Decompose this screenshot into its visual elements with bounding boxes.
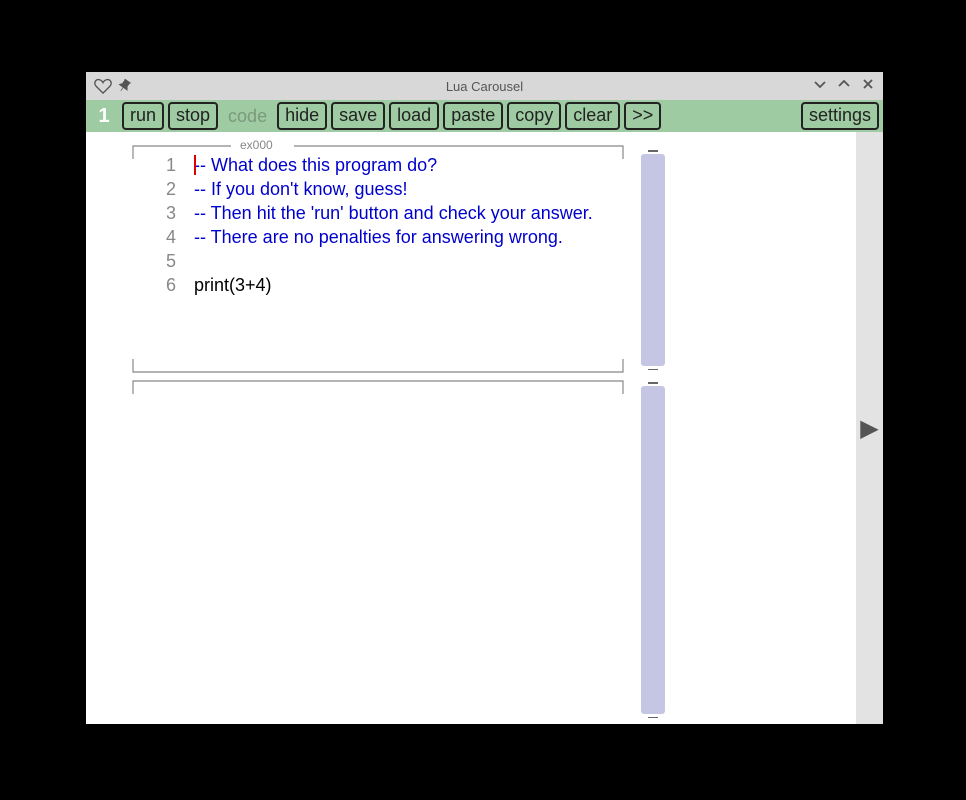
code-line: 6 print(3+4) (140, 273, 616, 297)
titlebar-right (813, 77, 875, 96)
output-scrollbar[interactable] (641, 382, 665, 718)
code-line: 5 (140, 249, 616, 273)
next-button[interactable]: >> (624, 102, 661, 130)
titlebar-left (94, 78, 132, 94)
app-window: Lua Carousel 1 run stop code hide save l… (86, 72, 883, 724)
code-line: 2 -- If you don't know, guess! (140, 177, 616, 201)
code-line: 1 -- What does this program do? (140, 153, 616, 177)
right-nav-sidebar[interactable]: ▶ (856, 132, 883, 724)
code-text: -- Then hit the 'run' button and check y… (194, 201, 616, 225)
scroll-thumb[interactable] (641, 386, 665, 714)
line-number: 5 (140, 249, 194, 273)
line-number: 2 (140, 177, 194, 201)
editor-scrollbar[interactable] (641, 150, 665, 370)
save-button[interactable]: save (331, 102, 385, 130)
window-title: Lua Carousel (86, 79, 883, 94)
code-text: -- What does this program do? (194, 153, 616, 177)
pin-icon[interactable] (118, 79, 132, 93)
code-line: 4 -- There are no penalties for answerin… (140, 225, 616, 249)
code-text: -- There are no penalties for answering … (194, 225, 616, 249)
maximize-icon[interactable] (837, 77, 851, 96)
code-text: print(3+4) (194, 273, 616, 297)
output-border (132, 380, 624, 715)
line-number: 1 (140, 153, 194, 177)
close-icon[interactable] (861, 77, 875, 96)
code-line: 3 -- Then hit the 'run' button and check… (140, 201, 616, 225)
line-number: 6 (140, 273, 194, 297)
toolbar-right-group: settings (801, 102, 879, 130)
run-button[interactable]: run (122, 102, 164, 130)
settings-button[interactable]: settings (801, 102, 879, 130)
scroll-thumb[interactable] (641, 154, 665, 366)
output-frame[interactable] (132, 380, 624, 715)
titlebar: Lua Carousel (86, 72, 883, 100)
code-text: -- If you don't know, guess! (194, 177, 616, 201)
code-content[interactable]: 1 -- What does this program do? 2 -- If … (140, 153, 616, 297)
copy-button[interactable]: copy (507, 102, 561, 130)
clear-button[interactable]: clear (565, 102, 620, 130)
minimize-icon[interactable] (813, 77, 827, 96)
right-arrow-icon[interactable]: ▶ (860, 414, 878, 443)
load-button[interactable]: load (389, 102, 439, 130)
code-label: code (222, 106, 273, 127)
content-area: ex000 1 -- What does this program do? 2 … (86, 132, 883, 724)
editor-frame[interactable]: ex000 1 -- What does this program do? 2 … (132, 145, 624, 373)
editor-label: ex000 (237, 138, 276, 152)
toolbar-center-group: hide save load paste copy clear >> (277, 102, 661, 130)
line-number: 3 (140, 201, 194, 225)
toolbar: 1 run stop code hide save load paste cop… (86, 100, 883, 132)
paste-button[interactable]: paste (443, 102, 503, 130)
heart-icon[interactable] (94, 78, 112, 94)
stop-button[interactable]: stop (168, 102, 218, 130)
line-number: 4 (140, 225, 194, 249)
hide-button[interactable]: hide (277, 102, 327, 130)
tab-number[interactable]: 1 (90, 102, 118, 130)
cursor (194, 155, 196, 175)
